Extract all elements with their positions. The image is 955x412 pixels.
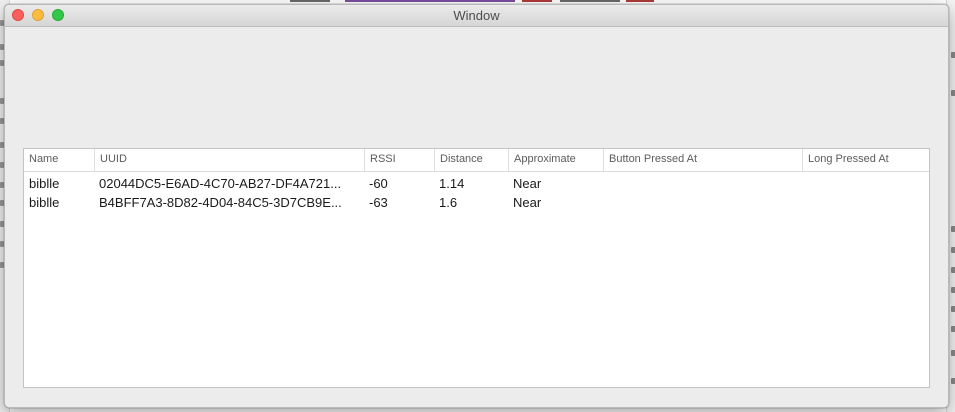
table-body: biblle 02044DC5-E6AD-4C70-AB27-DF4A721..… (24, 172, 929, 212)
table-header: Name UUID RSSI Distance Approximate Butt… (24, 149, 929, 172)
cell-button-pressed-at (603, 193, 802, 212)
cell-button-pressed-at (603, 174, 802, 193)
cell-uuid: B4BFF7A3-8D82-4D04-84C5-3D7CB9E... (99, 195, 342, 210)
app-window: Window Name UUID RSSI Distance Approxima… (4, 4, 949, 408)
cell-name: biblle (29, 176, 60, 191)
cell-long-pressed-at (802, 174, 929, 193)
cell-name: biblle (29, 195, 60, 210)
column-header-name[interactable]: Name (24, 149, 94, 171)
column-header-approximate[interactable]: Approximate (508, 149, 603, 171)
table-row[interactable]: biblle 02044DC5-E6AD-4C70-AB27-DF4A721..… (24, 174, 929, 193)
column-header-long-pressed-at[interactable]: Long Pressed At (802, 149, 929, 171)
column-header-rssi[interactable]: RSSI (364, 149, 434, 171)
cell-distance: 1.6 (439, 195, 458, 210)
cell-rssi: -63 (369, 195, 388, 210)
beacon-table[interactable]: Name UUID RSSI Distance Approximate Butt… (23, 148, 930, 388)
column-header-button-pressed-at[interactable]: Button Pressed At (603, 149, 802, 171)
cell-approximate: Near (513, 176, 542, 191)
cell-uuid: 02044DC5-E6AD-4C70-AB27-DF4A721... (99, 176, 342, 191)
column-header-uuid[interactable]: UUID (94, 149, 364, 171)
title-bar[interactable]: Window (5, 5, 948, 27)
column-header-distance[interactable]: Distance (434, 149, 508, 171)
cell-distance: 1.14 (439, 176, 465, 191)
cell-approximate: Near (513, 195, 542, 210)
table-row[interactable]: biblle B4BFF7A3-8D82-4D04-84C5-3D7CB9E..… (24, 193, 929, 212)
cell-long-pressed-at (802, 193, 929, 212)
window-title: Window (453, 8, 500, 23)
cell-rssi: -60 (369, 176, 388, 191)
